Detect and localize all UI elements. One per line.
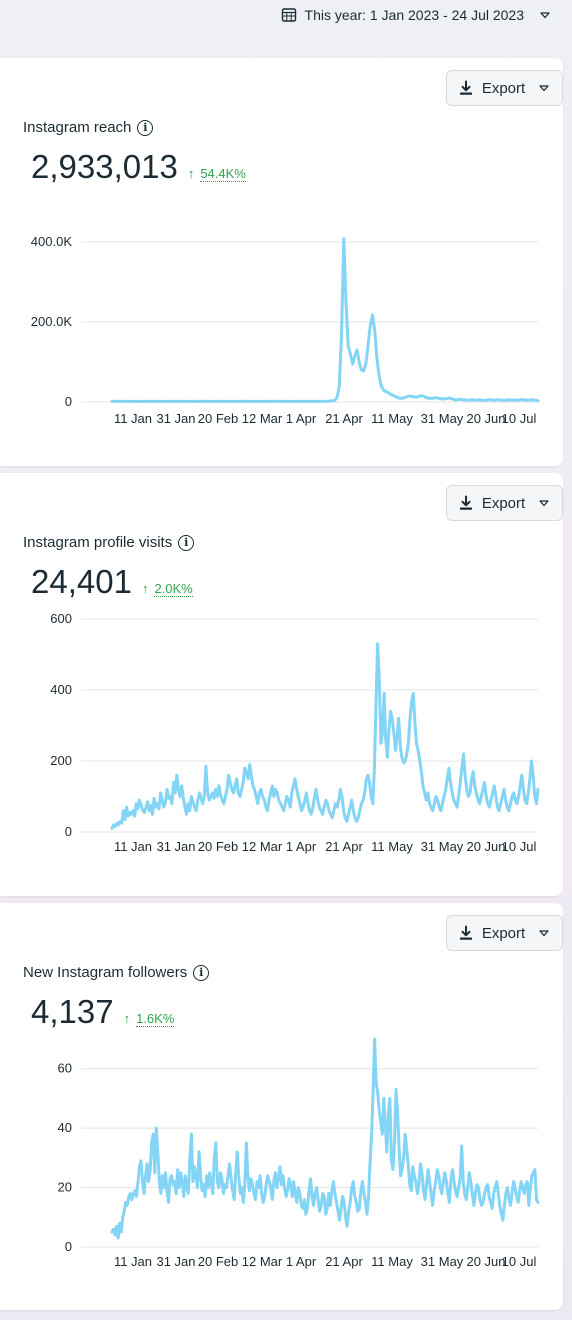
x-tick-label: 12 Mar [242, 411, 283, 426]
x-tick-label: 21 Apr [325, 839, 363, 854]
x-tick-label: 20 Jun [466, 839, 505, 854]
x-tick-label: 11 May [371, 839, 413, 854]
x-tick-label: 11 Jan [114, 839, 152, 854]
y-tick-label: 600 [50, 611, 72, 626]
y-tick-label: 0 [65, 1239, 72, 1254]
y-tick-label: 400.0K [31, 234, 73, 249]
x-tick-label: 10 Jul [502, 411, 537, 426]
date-range-label: This year: 1 Jan 2023 - 24 Jul 2023 [304, 7, 524, 23]
x-tick-label: 11 May [371, 411, 413, 426]
x-tick-label: 11 May [371, 1254, 413, 1269]
y-tick-label: 20 [58, 1180, 72, 1195]
x-tick-label: 21 Apr [325, 1254, 363, 1269]
y-tick-label: 60 [58, 1061, 72, 1076]
x-tick-label: 1 Apr [286, 839, 317, 854]
x-tick-label: 31 Jan [156, 1254, 195, 1269]
instagram-reach-card: Export Instagram reach i 2,933,013 ↑ 54.… [0, 58, 563, 466]
x-tick-label: 10 Jul [502, 839, 537, 854]
x-tick-label: 11 Jan [114, 411, 152, 426]
y-tick-label: 40 [58, 1120, 72, 1135]
x-tick-label: 31 May [421, 839, 464, 854]
x-tick-label: 1 Apr [286, 411, 317, 426]
new-followers-chart: 0 20 40 60 11 Jan 31 Jan 20 Feb 12 Mar 1 Apr 21 A… [58, 1037, 540, 1269]
x-tick-label: 20 Jun [466, 411, 505, 426]
x-tick-label: 31 Jan [156, 411, 195, 426]
series-line [110, 642, 540, 830]
x-tick-label: 11 Jan [114, 1254, 152, 1269]
x-tick-label: 20 Jun [466, 1254, 505, 1269]
x-tick-label: 31 Jan [156, 839, 195, 854]
y-tick-label: 0 [65, 824, 72, 839]
x-tick-label: 20 Feb [198, 1254, 238, 1269]
profile-visits-card: Export Instagram profile visits i 24,401… [0, 473, 563, 896]
x-tick-label: 12 Mar [242, 1254, 283, 1269]
x-tick-label: 20 Feb [198, 839, 238, 854]
y-tick-label: 400 [50, 682, 72, 697]
date-range-selector[interactable]: This year: 1 Jan 2023 - 24 Jul 2023 [281, 5, 552, 25]
x-tick-label: 1 Apr [286, 1254, 317, 1269]
x-tick-label: 31 May [421, 411, 464, 426]
profile-visits-chart: 0 200 400 600 11 Jan 31 Jan 20 Feb 12 Mar 1 Apr 2… [50, 611, 540, 854]
series-line [110, 237, 540, 403]
top-bar: This year: 1 Jan 2023 - 24 Jul 2023 [0, 0, 572, 56]
x-tick-label: 12 Mar [242, 839, 283, 854]
x-tick-label: 21 Apr [325, 411, 363, 426]
calendar-icon [281, 8, 296, 22]
x-tick-label: 10 Jul [502, 1254, 537, 1269]
x-tick-label: 31 May [421, 1254, 464, 1269]
new-followers-card: Export New Instagram followers i 4,137 ↑… [0, 903, 563, 1310]
y-tick-label: 0 [65, 394, 72, 409]
y-tick-label: 200.0K [31, 314, 73, 329]
reach-chart: 0 200.0K 400.0K 11 Jan 31 Jan 20 Feb 12 Mar 1 A… [31, 234, 540, 426]
x-tick-label: 20 Feb [198, 411, 238, 426]
chevron-down-icon [540, 12, 550, 19]
y-tick-label: 200 [50, 753, 72, 768]
